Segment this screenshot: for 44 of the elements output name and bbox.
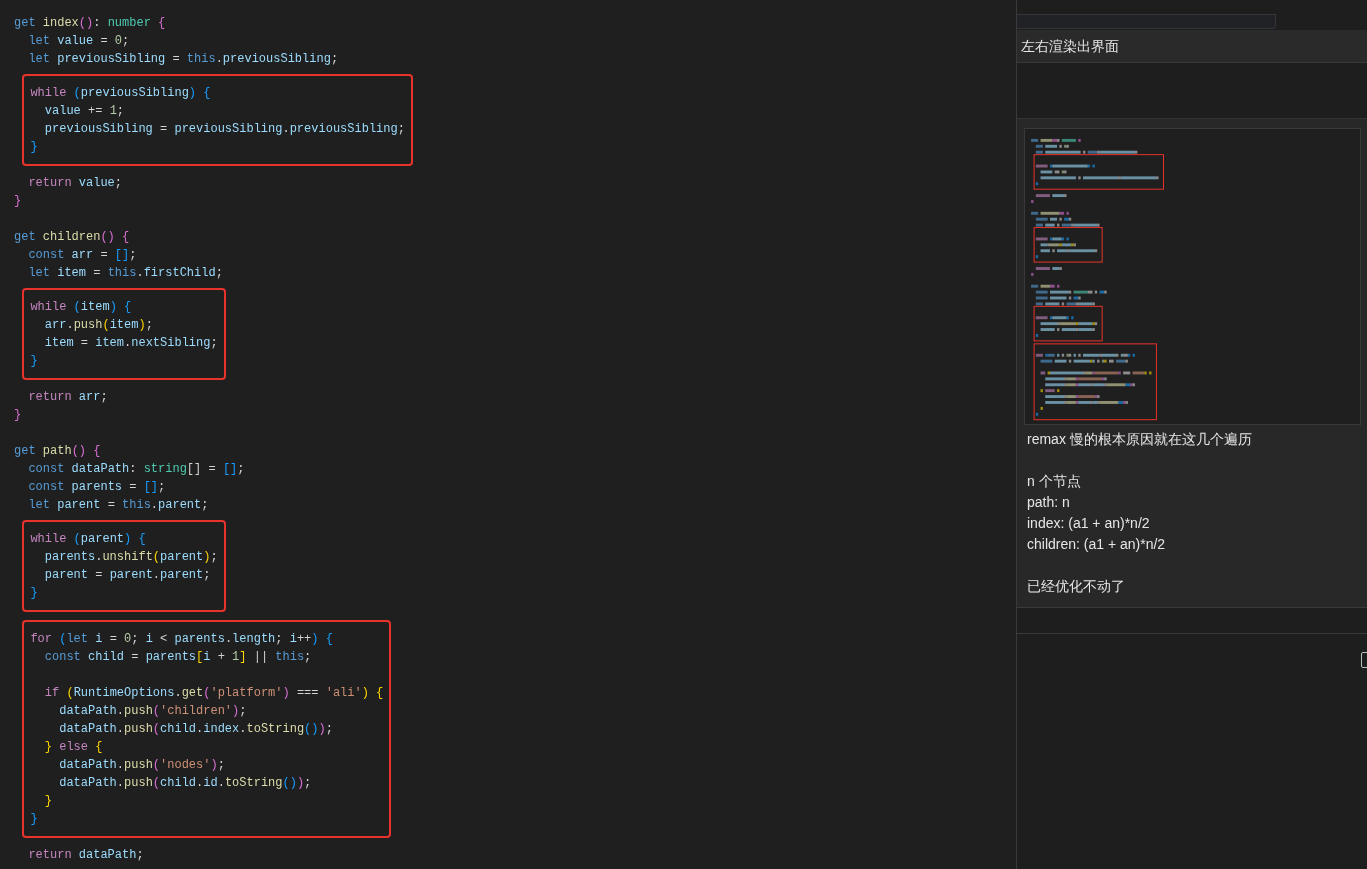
code-line: let parent = this.parent;: [27, 497, 210, 514]
code-line: previousSibling = previousSibling.previousSibling;: [43, 121, 405, 138]
code-line: return dataPath;: [27, 847, 145, 864]
code-line: if (RuntimeOptions.get('platform') === 'ali') {: [43, 685, 384, 702]
code-line: }: [29, 139, 39, 156]
code-line: return value;: [27, 175, 124, 192]
code-line: }: [14, 193, 23, 210]
code-line: }: [43, 793, 53, 810]
code-line: dataPath.push(child.index.toString());: [58, 721, 334, 738]
code-line: const parents = [];: [27, 479, 167, 496]
code-line: item = item.nextSibling;: [43, 335, 218, 352]
code-line: for (let i = 0; i < parents.length; i++) {: [29, 631, 334, 648]
code-line: }: [29, 585, 39, 602]
message-line: n 个节点: [1027, 472, 1082, 491]
code-line: let item = this.firstChild;: [27, 265, 224, 282]
code-line: get index(): number {: [14, 15, 167, 32]
code-line: let value = 0;: [27, 33, 131, 50]
code-line: dataPath.push('children');: [58, 703, 248, 720]
code-line: } else {: [43, 739, 104, 756]
code-line: dataPath.push('nodes');: [58, 757, 226, 774]
code-line: }: [29, 353, 39, 370]
message-line: 已经优化不动了: [1027, 577, 1126, 596]
code-line: parent = parent.parent;: [43, 567, 212, 584]
code-line: return arr;: [27, 389, 109, 406]
message-text: 左右渲染出界面: [1021, 36, 1119, 56]
code-line: while (parent) {: [29, 531, 147, 548]
code-line: get path() {: [14, 443, 102, 460]
message-line: index: (a1 + an)*n/2: [1027, 514, 1151, 533]
code-line: const child = parents[i + 1] || this;: [43, 649, 313, 666]
message-line: remax 慢的根本原因就在这几个遍历: [1027, 430, 1253, 449]
code-line: get children() {: [14, 229, 131, 246]
code-line: const arr = [];: [27, 247, 138, 264]
code-line: }: [29, 811, 39, 828]
code-line: parents.unshift(parent);: [43, 549, 218, 566]
code-line: while (item) {: [29, 299, 133, 316]
code-line: arr.push(item);: [43, 317, 154, 334]
code-line: const dataPath: string[] = [];: [27, 461, 246, 478]
code-line: dataPath.push(child.id.toString());: [58, 775, 313, 792]
code-line: let previousSibling = this.previousSibling;: [27, 51, 340, 68]
code-line: while (previousSibling) {: [29, 85, 212, 102]
code-line: }: [14, 407, 23, 424]
message-line: children: (a1 + an)*n/2: [1027, 535, 1167, 554]
code-line: value += 1;: [43, 103, 126, 120]
message-line: path: n: [1027, 493, 1071, 512]
